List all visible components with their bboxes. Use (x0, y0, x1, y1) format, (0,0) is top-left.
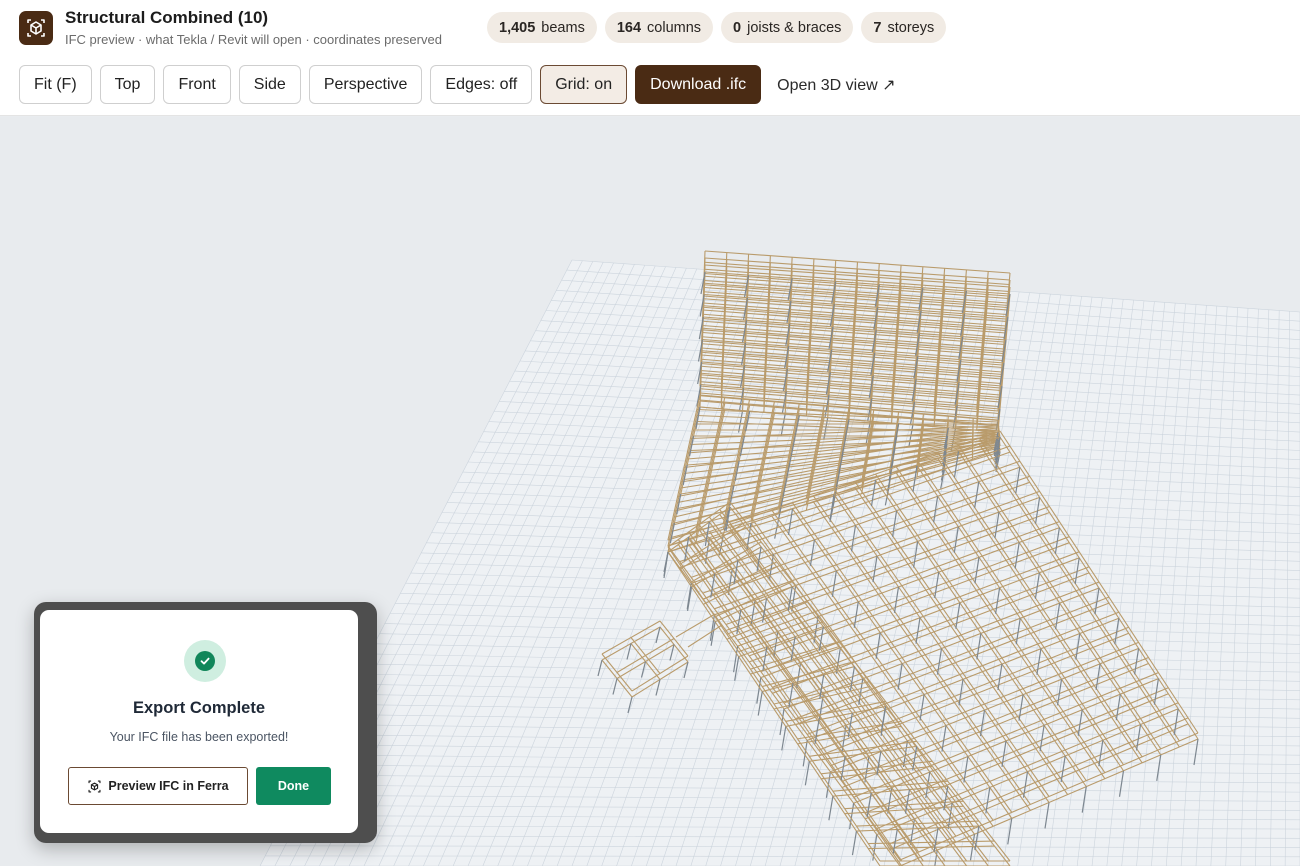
done-button[interactable]: Done (256, 767, 331, 805)
download-ifc-button[interactable]: Download .ifc (635, 65, 762, 104)
success-badge (184, 640, 226, 682)
dialog-message: Your IFC file has been exported! (109, 730, 289, 744)
front-view-button[interactable]: Front (163, 65, 231, 104)
export-complete-dialog: Export Complete Your IFC file has been e… (40, 610, 358, 833)
perspective-button[interactable]: Perspective (308, 65, 423, 104)
preview-ifc-button[interactable]: Preview IFC in Ferra (68, 767, 248, 805)
check-icon (195, 651, 215, 671)
viewer-header: Structural Combined (10) IFC preview · w… (0, 0, 1300, 116)
stat-pill-columns: 164 columns (604, 12, 714, 43)
stat-label: joists & braces (747, 19, 842, 36)
fit-button[interactable]: Fit (F) (19, 65, 92, 104)
grid-toggle[interactable]: Grid: on (540, 65, 628, 104)
open-3d-view-link[interactable]: Open 3D view ↗ (769, 65, 903, 104)
side-view-button[interactable]: Side (238, 65, 301, 104)
scan-cube-icon (88, 779, 101, 793)
stat-label: beams (541, 19, 585, 36)
export-dialog-backdrop: Export Complete Your IFC file has been e… (34, 602, 377, 843)
view-toolbar: Fit (F) Top Front Side Perspective Edges… (19, 65, 904, 104)
stat-pill-joists: 0 joists & braces (721, 12, 854, 43)
box-frame-icon (27, 19, 45, 37)
stat-value: 0 (733, 19, 742, 36)
model-title: Structural Combined (10) (65, 8, 269, 27)
model-subtitle: IFC preview · what Tekla / Revit will op… (65, 32, 442, 47)
edges-toggle[interactable]: Edges: off (430, 65, 533, 104)
preview-button-label: Preview IFC in Ferra (108, 779, 229, 793)
stat-pill-beams: 1,405 beams (487, 12, 597, 43)
stat-label: columns (647, 19, 702, 36)
stat-value: 164 (616, 19, 642, 36)
stat-label: storeys (887, 19, 935, 36)
stat-value: 7 (873, 19, 882, 36)
stats-pills: 1,405 beams 164 columns 0 joists & braces 7… (487, 12, 947, 43)
stat-value: 1,405 (499, 19, 536, 36)
top-view-button[interactable]: Top (99, 65, 156, 104)
app-logo (19, 11, 53, 45)
stat-pill-storeys: 7 storeys (861, 12, 947, 43)
dialog-title: Export Complete (132, 699, 266, 717)
